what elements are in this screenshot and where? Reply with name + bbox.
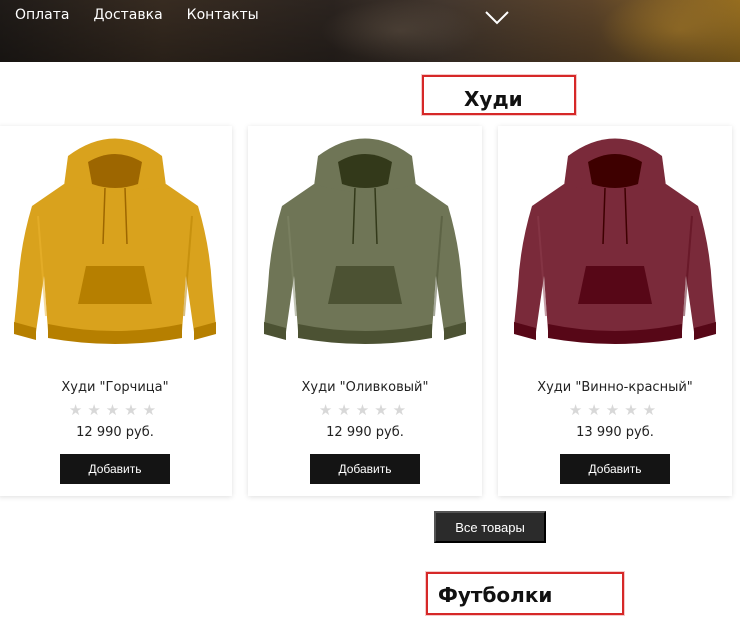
product-price: 12 990 руб. (76, 425, 154, 440)
section-title-tshirts: Футболки (426, 572, 624, 615)
all-products-button[interactable]: Все товары (434, 511, 546, 543)
product-image-hoodie[interactable] (0, 126, 232, 362)
product-image-hoodie[interactable] (248, 126, 482, 362)
rating-stars[interactable]: ★★★★★ (0, 401, 232, 419)
nav-link-contacts[interactable]: Контакты (187, 7, 259, 23)
product-card[interactable]: Худи "Горчица" ★★★★★ 12 990 руб. Добавит… (0, 126, 232, 496)
nav-link-payment[interactable]: Оплата (15, 7, 69, 23)
add-to-cart-button[interactable]: Добавить (60, 454, 170, 484)
product-card[interactable]: Худи "Винно-красный" ★★★★★ 13 990 руб. Д… (498, 126, 732, 496)
rating-stars[interactable]: ★★★★★ (498, 401, 732, 419)
rating-stars[interactable]: ★★★★★ (248, 401, 482, 419)
product-name[interactable]: Худи "Оливковый" (248, 380, 482, 395)
product-name[interactable]: Худи "Горчица" (0, 380, 232, 395)
add-to-cart-button[interactable]: Добавить (560, 454, 670, 484)
add-to-cart-button[interactable]: Добавить (310, 454, 420, 484)
product-card[interactable]: Худи "Оливковый" ★★★★★ 12 990 руб. Добав… (248, 126, 482, 496)
product-image-hoodie[interactable] (498, 126, 732, 362)
product-name[interactable]: Худи "Винно-красный" (498, 380, 732, 395)
product-price: 12 990 руб. (326, 425, 404, 440)
section-title-hoodie: Худи (422, 75, 576, 115)
top-nav: Оплата Доставка Контакты (15, 7, 259, 23)
chevron-down-icon[interactable] (484, 8, 510, 28)
nav-link-delivery[interactable]: Доставка (93, 7, 162, 23)
product-price: 13 990 руб. (576, 425, 654, 440)
